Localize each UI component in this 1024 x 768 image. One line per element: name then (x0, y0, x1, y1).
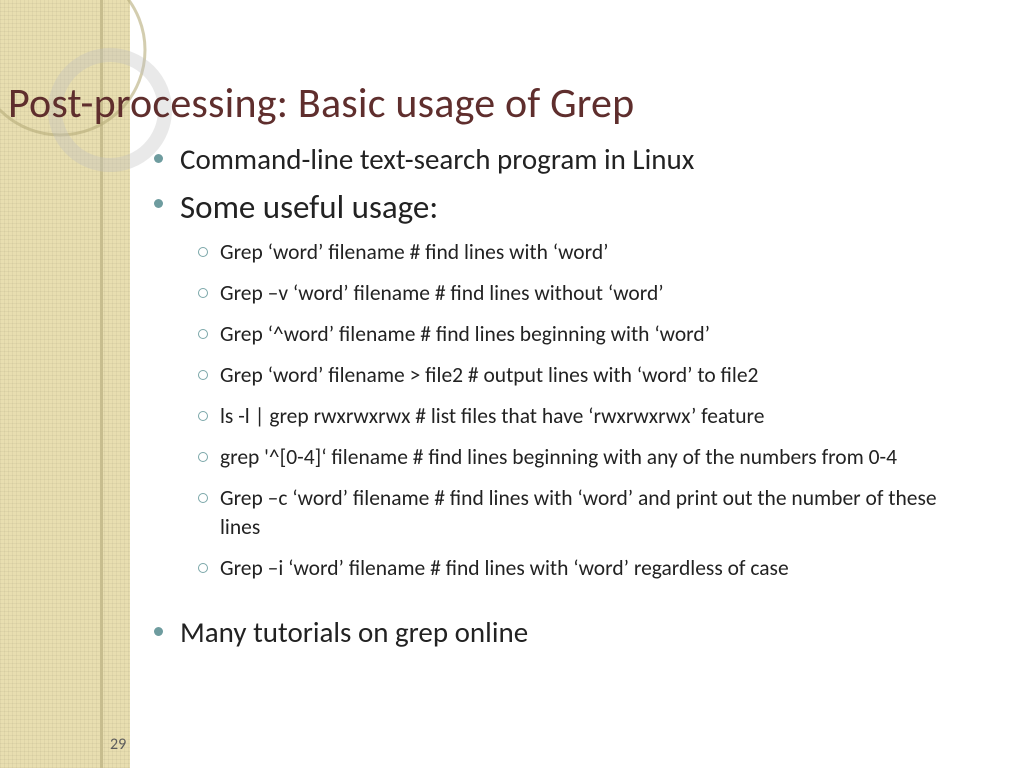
slide-title: Post-processing: Basic usage of Grep (8, 78, 634, 129)
example-item: Grep –v ‘word’ filename # find lines wit… (180, 279, 960, 308)
bullet-item: Some useful usage: Grep ‘word’ filename … (140, 185, 1000, 583)
example-item: Grep ‘^word’ filename # find lines begin… (180, 320, 960, 349)
slide-number: 29 (110, 735, 126, 754)
bullet-item: Command-line text-search program in Linu… (140, 140, 1000, 179)
example-item: Grep ‘word’ filename > file2 # output li… (180, 361, 960, 390)
example-item: Grep ‘word’ filename # find lines with ‘… (180, 238, 960, 267)
bullet-item: Many tutorials on grep online (140, 613, 1000, 652)
example-item: ls -l | grep rwxrwxrwx # list files that… (180, 402, 960, 431)
example-item: Grep –i ‘word’ filename # find lines wit… (180, 554, 960, 583)
example-item: grep '^[0-4]‘ filename # find lines begi… (180, 443, 960, 472)
slide-content: Command-line text-search program in Linu… (140, 140, 1000, 658)
example-item: Grep –c ‘word’ filename # find lines wit… (180, 484, 960, 542)
bullet-text: Some useful usage: (180, 187, 438, 227)
